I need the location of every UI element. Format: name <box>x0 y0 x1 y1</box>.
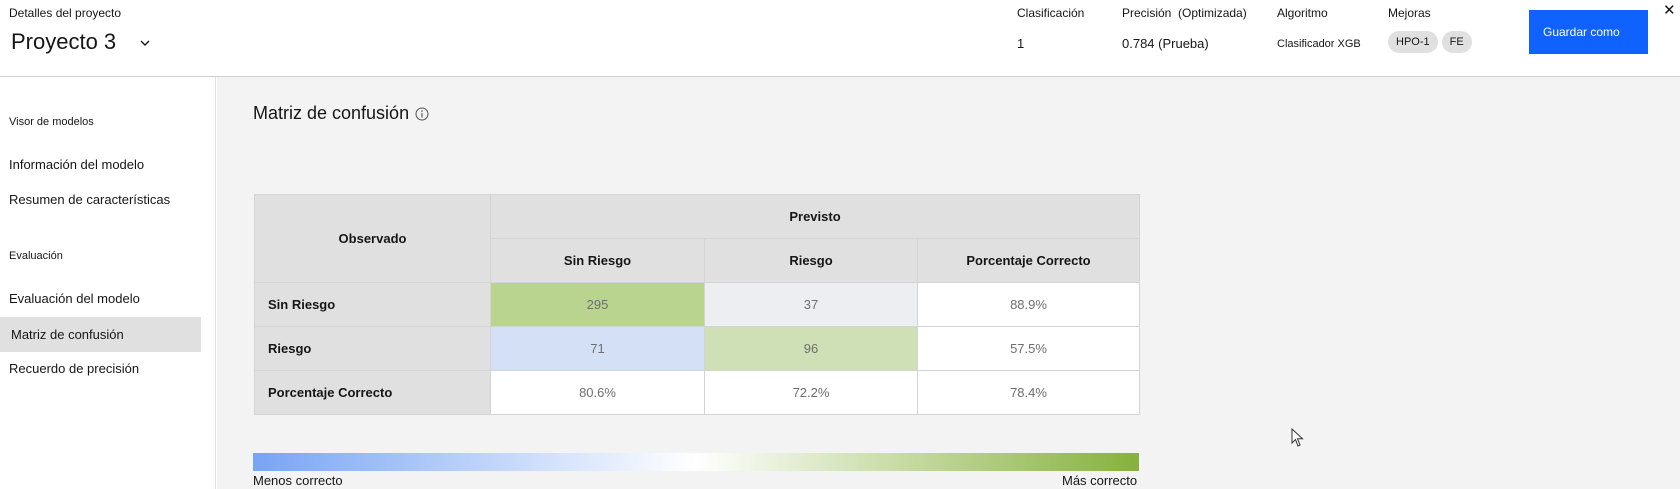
algorithm-block: Algoritmo Clasificador XGB <box>1277 6 1361 50</box>
sidebar: Visor de modelos Información del modelo … <box>0 77 216 489</box>
confusion-matrix-table: Observado Previsto Sin Riesgo Riesgo Por… <box>254 194 1140 415</box>
matrix-cell: 72.2% <box>704 370 918 415</box>
project-header: Detalles del proyecto Proyecto 3 Clasifi… <box>0 0 1680 77</box>
row-header: Riesgo <box>254 326 491 371</box>
rank-block: Clasificación 1 <box>1017 6 1084 51</box>
table-row: Riesgo 71 96 57.5% <box>254 326 1140 371</box>
enhancement-tags: HPO-1 FE <box>1388 31 1472 53</box>
page-title: Matriz de confusión <box>253 103 410 123</box>
title-row: Matriz de confusión <box>253 103 429 124</box>
observed-header: Observado <box>254 194 491 283</box>
table-row: Sin Riesgo 295 37 88.9% <box>254 282 1140 327</box>
scale-label-low: Menos correcto <box>253 473 343 488</box>
save-as-button[interactable]: Guardar como <box>1529 10 1648 54</box>
table-row: Porcentaje Correcto 80.6% 72.2% 78.4% <box>254 370 1140 415</box>
row-header: Sin Riesgo <box>254 282 491 327</box>
mouse-cursor-icon <box>1291 428 1304 447</box>
rank-value: 1 <box>1017 36 1025 51</box>
algorithm-label: Algoritmo <box>1277 6 1328 20</box>
column-header: Riesgo <box>704 238 918 283</box>
project-name: Proyecto 3 <box>11 29 117 54</box>
column-header: Porcentaje Correcto <box>917 238 1140 283</box>
sidebar-item-confusion-matrix[interactable]: Matriz de confusión <box>0 317 201 352</box>
tag-hpo: HPO-1 <box>1388 31 1438 53</box>
info-icon[interactable] <box>415 107 429 121</box>
chevron-down-icon[interactable] <box>138 36 152 50</box>
matrix-cell: 57.5% <box>917 326 1140 371</box>
main-panel: Matriz de confusión Observado Previsto S… <box>217 77 1680 489</box>
sidebar-item-feature-summary[interactable]: Resumen de características <box>0 182 201 217</box>
precision-block: Precisión (Optimizada) 0.784 (Prueba) <box>1122 6 1247 51</box>
matrix-cell: 78.4% <box>917 370 1140 415</box>
scale-label-high: Más correcto <box>1062 473 1138 488</box>
matrix-cell: 295 <box>490 282 705 327</box>
precision-value: 0.784 (Prueba) <box>1122 36 1209 51</box>
project-details-label: Detalles del proyecto <box>9 6 122 20</box>
matrix-cell: 71 <box>490 326 705 371</box>
matrix-cell: 88.9% <box>917 282 1140 327</box>
sidebar-section-evaluation: Evaluación <box>9 250 63 262</box>
precision-label: Precisión (Optimizada) <box>1122 6 1247 20</box>
sidebar-item-precision-recall[interactable]: Recuerdo de precisión <box>0 351 201 386</box>
close-icon[interactable]: ✕ <box>1663 1 1676 19</box>
rank-label: Clasificación <box>1017 6 1085 20</box>
column-header: Sin Riesgo <box>490 238 705 283</box>
color-scale-bar <box>253 453 1139 471</box>
sidebar-section-model-viewer: Visor de modelos <box>9 116 94 128</box>
project-selector[interactable]: Proyecto 3 <box>11 29 152 55</box>
matrix-cell: 37 <box>704 282 918 327</box>
sidebar-item-model-evaluation[interactable]: Evaluación del modelo <box>0 281 201 316</box>
tag-fe: FE <box>1441 31 1472 53</box>
enhancements-block: Mejoras HPO-1 FE <box>1388 6 1472 53</box>
row-header: Porcentaje Correcto <box>254 370 491 415</box>
algorithm-value: Clasificador XGB <box>1277 38 1361 50</box>
matrix-cell: 96 <box>704 326 918 371</box>
predicted-header: Previsto <box>490 194 1140 239</box>
matrix-cell: 80.6% <box>490 370 705 415</box>
sidebar-item-model-info[interactable]: Información del modelo <box>0 147 201 182</box>
enhancements-label: Mejoras <box>1388 6 1431 20</box>
